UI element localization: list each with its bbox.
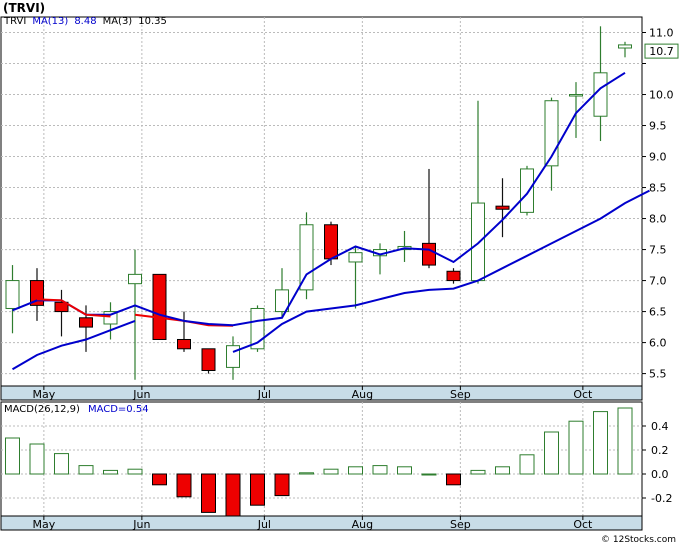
candle-body (422, 242, 436, 266)
macd-bar (421, 473, 437, 476)
candle-body (79, 317, 93, 328)
macd-y-tick-label: 0.0 (651, 468, 669, 481)
macd-bar (176, 473, 192, 498)
legend-entry: MA(3) (103, 16, 133, 27)
macd-bar (225, 473, 241, 518)
price-y-tick-label: 9.0 (649, 151, 667, 164)
candle-body (5, 280, 20, 309)
macd-bar (152, 473, 167, 486)
macd-bar (544, 431, 559, 475)
price-y-tick-label: 6.5 (649, 306, 667, 319)
candle-body (495, 205, 510, 210)
macd-y-tick-label: 0.2 (651, 444, 669, 457)
legend-entry: TRVI (3, 16, 26, 27)
candle-body (299, 224, 314, 291)
macd-bar (127, 468, 143, 475)
month-label: Oct (573, 518, 593, 531)
candle-body (618, 44, 632, 49)
price-y-tick-label: 10.0 (649, 89, 674, 102)
candle-body (226, 345, 240, 368)
month-label: Jul (257, 518, 271, 531)
macd-bar (323, 468, 339, 475)
legend-entry: 8.48 (74, 16, 96, 27)
month-label: Jun (132, 518, 150, 531)
candle-body (471, 202, 485, 282)
macd-bar (274, 473, 290, 497)
macd-bar (5, 437, 20, 475)
candle-body (128, 273, 142, 285)
macd-y-tick-label: 0.4 (651, 420, 669, 433)
price-plot-area (0, 16, 643, 387)
macd-bar (593, 411, 608, 475)
macd-bar (568, 420, 584, 475)
macd-bar (103, 469, 118, 475)
legend-entry: MACD=0.54 (88, 404, 149, 415)
macd-bar (470, 469, 486, 475)
price-y-tick-label: 7.0 (649, 275, 667, 288)
legend-entry: MA(13) (32, 16, 68, 27)
macd-bar (299, 472, 314, 475)
macd-bar (617, 407, 633, 475)
last-price-label: 10.7 (649, 45, 674, 58)
macd-y-tick-label: -0.2 (651, 492, 672, 505)
price-y-tick-label: 5.5 (649, 368, 667, 381)
macd-bar (397, 466, 412, 475)
legend-entry: MACD(26,12,9) (4, 404, 80, 415)
price-y-tick-label: 7.5 (649, 244, 667, 257)
candle-body (324, 224, 338, 260)
macd-bar (372, 465, 388, 475)
candle-body (201, 348, 216, 371)
price-y-tick-label: 8.5 (649, 182, 667, 195)
macd-panel: -0.2 0.0 0.2 0.4 MACD(26,12,9) MACD=0.54 May Ju… (0, 401, 672, 531)
macd-legend: MACD(26,12,9) MACD=0.54 (4, 404, 149, 415)
candle-body (348, 252, 363, 263)
month-label: Sep (450, 388, 471, 401)
legend-entry: 10.35 (138, 16, 167, 27)
price-y-tick-label: 8.0 (649, 213, 667, 226)
month-label: May (32, 518, 55, 531)
month-label: Aug (352, 388, 373, 401)
month-label: May (32, 388, 55, 401)
candle-body (446, 270, 461, 282)
candle-body (593, 72, 608, 117)
macd-bar (348, 466, 363, 475)
macd-bar (78, 465, 94, 475)
macd-bar (519, 454, 535, 475)
macd-bar (250, 473, 265, 506)
price-panel: 5.5 6.0 6.5 7.0 7.5 8.0 8.5 9.0 9.5 10.0 11.0 May Ju… (0, 16, 679, 401)
price-y-tick-label: 9.5 (649, 120, 667, 133)
candle-body (177, 338, 191, 350)
macd-bar (29, 443, 45, 475)
price-y-tick-label: 11.0 (649, 27, 674, 40)
macd-bar (495, 466, 510, 475)
month-label: Aug (352, 518, 373, 531)
candle-body (569, 94, 583, 97)
candle-body (520, 168, 534, 213)
macd-bar (201, 473, 216, 513)
candle-body (152, 273, 167, 340)
stock-chart: 5.5 6.0 6.5 7.0 7.5 8.0 8.5 9.0 9.5 10.0 11.0 May Ju… (0, 16, 679, 545)
price-month-strip (0, 385, 643, 401)
price-y-tick-label: 6.0 (649, 337, 667, 350)
macd-bar (54, 453, 69, 475)
month-label: Jul (257, 388, 271, 401)
watermark: © 12Stocks.com (601, 535, 676, 545)
month-label: Jun (132, 388, 150, 401)
month-label: Sep (450, 518, 471, 531)
month-label: Oct (573, 388, 593, 401)
macd-month-strip (0, 515, 643, 531)
macd-bar (446, 473, 461, 486)
